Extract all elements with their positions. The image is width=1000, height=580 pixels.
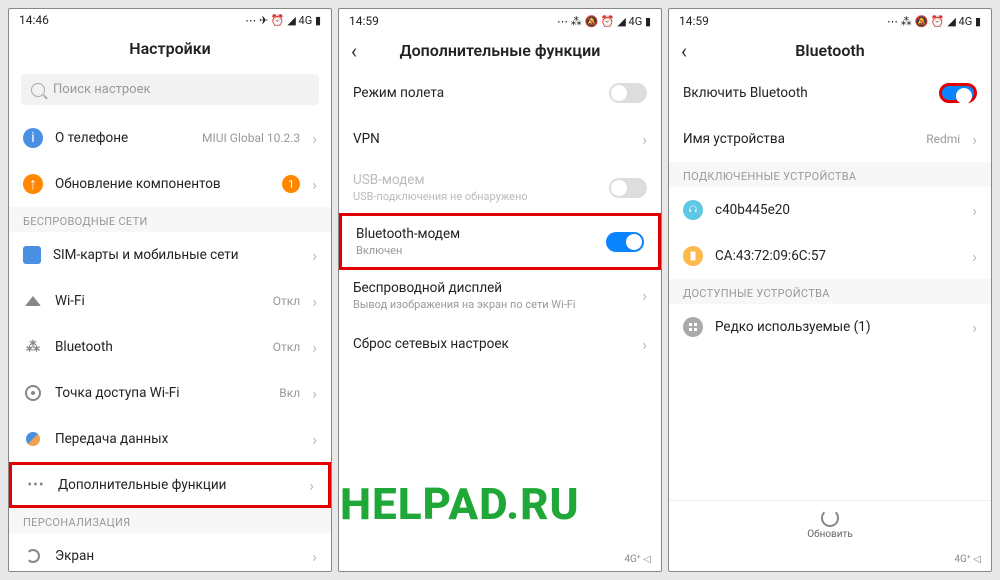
row-screen[interactable]: Экран › [9, 533, 331, 572]
screen-bluetooth: 14:59 ⋯ ⁂ 🔕 ⏰ ◢ 4G ▮ ‹ Bluetooth Включит… [668, 8, 992, 572]
nav-indicator: 4G⁺ ◁ [339, 552, 661, 571]
row-enable-bluetooth[interactable]: Включить Bluetooth [669, 70, 991, 116]
row-sim[interactable]: SIM-карты и мобильные сети › [9, 232, 331, 278]
statusbar: 14:59 ⋯ ⁂ 🔕 ⏰ ◢ 4G ▮ [669, 9, 991, 33]
chevron-right-icon: › [972, 201, 977, 220]
chevron-right-icon: › [312, 175, 317, 194]
phone-icon [683, 246, 703, 266]
nav-indicator: 4G⁺ ◁ [669, 552, 991, 571]
grid-icon [683, 317, 703, 337]
row-additional-functions[interactable]: ••• Дополнительные функции › [9, 462, 331, 508]
status-icons: ⋯ ⁂ 🔕 ⏰ ◢ 4G ▮ [887, 15, 981, 28]
statusbar: 14:59 ⋯ ⁂ 🔕 ⏰ ◢ 4G ▮ [339, 9, 661, 33]
header: Настройки [9, 31, 331, 68]
clock: 14:59 [349, 14, 379, 28]
toggle-bt-modem[interactable] [606, 232, 644, 252]
clock: 14:46 [19, 13, 49, 27]
more-icon: ••• [26, 475, 46, 495]
row-data-usage[interactable]: Передача данных › [9, 416, 331, 462]
header: ‹ Дополнительные функции [339, 33, 661, 70]
section-paired: ПОДКЛЮЧЕННЫЕ УСТРОЙСТВА [669, 162, 991, 187]
page-title: Bluetooth [795, 41, 864, 60]
bluetooth-icon: ⁂ [23, 337, 43, 357]
chevron-right-icon: › [312, 547, 317, 566]
back-button[interactable]: ‹ [681, 39, 687, 63]
header: ‹ Bluetooth [669, 33, 991, 70]
row-airplane[interactable]: Режим полета [339, 70, 661, 116]
page-title: Дополнительные функции [400, 41, 601, 60]
row-device-1[interactable]: c40b445e20 › [669, 187, 991, 233]
section-wireless: БЕСПРОВОДНЫЕ СЕТИ [9, 207, 331, 232]
update-icon: ↑ [23, 174, 43, 194]
sim-icon [23, 246, 41, 264]
info-icon: i [23, 128, 43, 148]
chevron-right-icon: › [312, 246, 317, 265]
screen-additional-functions: 14:59 ⋯ ⁂ 🔕 ⏰ ◢ 4G ▮ ‹ Дополнительные фу… [338, 8, 662, 572]
headphones-icon [683, 200, 703, 220]
screen-settings: 14:46 ⋯ ✈ ⏰ ◢ 4G ▮ Настройки Поиск настр… [8, 8, 332, 572]
data-icon [23, 429, 43, 449]
row-wireless-display[interactable]: Беспроводной дисплей Вывод изображения н… [339, 270, 661, 321]
row-about[interactable]: i О телефоне MIUI Global 10.2.3 › [9, 115, 331, 161]
clock: 14:59 [679, 14, 709, 28]
chevron-right-icon: › [312, 129, 317, 148]
toggle-bluetooth[interactable] [939, 83, 977, 103]
page-title: Настройки [129, 39, 211, 58]
row-wifi[interactable]: Wi-Fi Откл › [9, 278, 331, 324]
chevron-right-icon: › [642, 130, 647, 149]
row-update[interactable]: ↑ Обновление компонентов 1 › [9, 161, 331, 207]
chevron-right-icon: › [642, 335, 647, 354]
chevron-right-icon: › [312, 338, 317, 357]
chevron-right-icon: › [972, 130, 977, 149]
hotspot-icon [23, 383, 43, 403]
search-input[interactable]: Поиск настроек [21, 74, 319, 105]
chevron-right-icon: › [972, 247, 977, 266]
refresh-button[interactable]: Обновить [669, 500, 991, 552]
chevron-right-icon: › [309, 476, 314, 495]
refresh-icon [821, 509, 839, 527]
row-rarely-used[interactable]: Редко используемые (1) › [669, 304, 991, 350]
chevron-right-icon: › [642, 286, 647, 305]
row-reset-network[interactable]: Сброс сетевых настроек › [339, 321, 661, 367]
screen-icon [23, 546, 43, 566]
search-placeholder: Поиск настроек [53, 82, 151, 97]
row-vpn[interactable]: VPN › [339, 116, 661, 162]
toggle-usb [609, 178, 647, 198]
status-icons: ⋯ ✈ ⏰ ◢ 4G ▮ [245, 14, 321, 27]
chevron-right-icon: › [312, 430, 317, 449]
row-bluetooth[interactable]: ⁂ Bluetooth Откл › [9, 324, 331, 370]
toggle-airplane[interactable] [609, 83, 647, 103]
badge: 1 [282, 175, 300, 193]
chevron-right-icon: › [312, 384, 317, 403]
chevron-right-icon: › [972, 318, 977, 337]
wifi-icon [23, 291, 43, 311]
row-bluetooth-modem[interactable]: Bluetooth-модем Включен [339, 213, 661, 270]
status-icons: ⋯ ⁂ 🔕 ⏰ ◢ 4G ▮ [557, 15, 651, 28]
search-icon [31, 83, 45, 97]
back-button[interactable]: ‹ [351, 39, 357, 63]
section-available: ДОСТУПНЫЕ УСТРОЙСТВА [669, 279, 991, 304]
row-usb-modem: USB-модем USB-подключения не обнаружено [339, 162, 661, 213]
section-personalization: ПЕРСОНАЛИЗАЦИЯ [9, 508, 331, 533]
row-hotspot[interactable]: Точка доступа Wi-Fi Вкл › [9, 370, 331, 416]
chevron-right-icon: › [312, 292, 317, 311]
row-device-name[interactable]: Имя устройства Redmi › [669, 116, 991, 162]
statusbar: 14:46 ⋯ ✈ ⏰ ◢ 4G ▮ [9, 9, 331, 31]
row-device-2[interactable]: CA:43:72:09:6C:57 › [669, 233, 991, 279]
